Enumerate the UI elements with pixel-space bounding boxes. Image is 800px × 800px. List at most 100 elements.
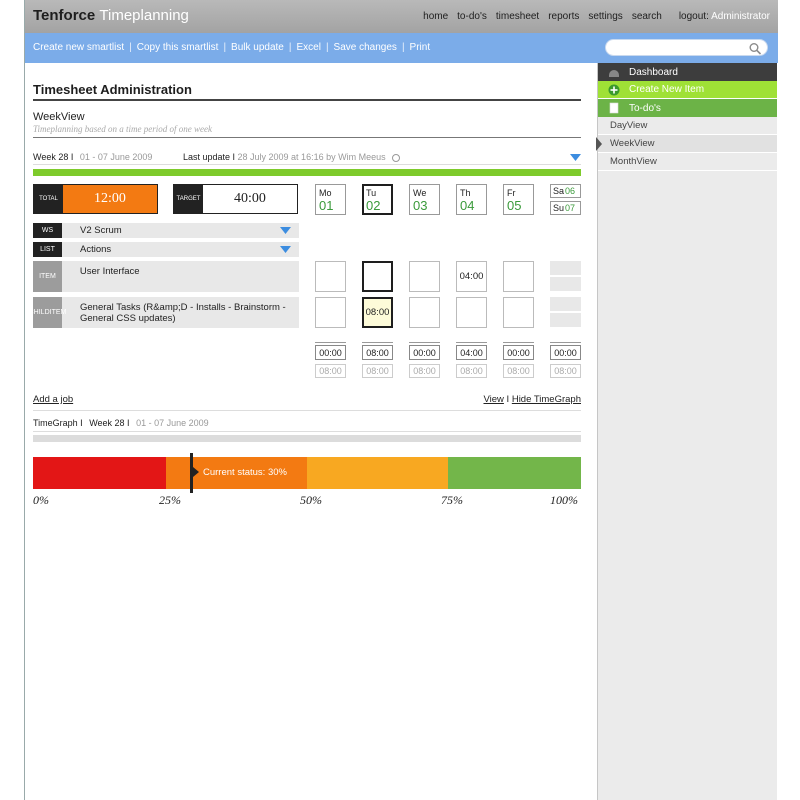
total-label: TOTAL <box>34 185 63 213</box>
week-dropdown-icon[interactable] <box>570 154 581 161</box>
item-hours-su[interactable] <box>550 277 581 291</box>
summary-target: 08:00 <box>362 364 393 378</box>
summary-total: 00:00 <box>550 345 581 360</box>
item-row[interactable]: ITEM User Interface <box>33 261 299 292</box>
child-hours-sa[interactable] <box>550 297 581 311</box>
chevron-down-icon <box>280 246 291 253</box>
day-date: 01 <box>319 198 334 213</box>
timegraph-bar <box>33 457 581 489</box>
excel-button[interactable]: Excel <box>296 42 320 53</box>
print-button[interactable]: Print <box>410 42 431 53</box>
day-header-th[interactable]: Th 04 <box>456 184 487 215</box>
day-name: Mo <box>319 188 332 198</box>
nav-reports[interactable]: reports <box>548 11 579 22</box>
app-logo[interactable]: Tenforce Timeplanning <box>33 7 189 24</box>
timegraph-toggle: View I Hide TimeGraph <box>483 394 581 405</box>
logo-text-secondary: Timeplanning <box>99 7 189 24</box>
top-nav: home to-do's timesheet reports settings … <box>423 11 770 22</box>
toggle-separator: I <box>506 394 510 405</box>
nav-settings[interactable]: settings <box>588 11 622 22</box>
summary-fr: 00:00 08:00 <box>503 345 534 379</box>
app-frame: Tenforce Timeplanning home to-do's times… <box>24 0 778 800</box>
info-icon[interactable] <box>392 153 401 162</box>
logout-link[interactable]: logout: <box>679 11 709 22</box>
child-item-row[interactable]: CHILD ITEM General Tasks (R&amp;D - Inst… <box>29 297 299 328</box>
nav-todos[interactable]: to-do's <box>457 11 487 22</box>
nav-timesheet[interactable]: timesheet <box>496 11 539 22</box>
day-header-sa[interactable]: Sa 06 <box>550 184 581 198</box>
view-timegraph-link[interactable]: View <box>483 394 503 405</box>
summary-divider <box>456 342 487 343</box>
sidebar-item-monthview[interactable]: MonthView <box>598 153 777 171</box>
title-divider <box>33 99 581 101</box>
current-status-label: Current status: 30% <box>203 467 287 478</box>
summary-total: 08:00 <box>362 345 393 360</box>
add-job-link[interactable]: Add a job <box>33 394 73 405</box>
sidebar-item-dayview[interactable]: DayView <box>598 117 777 135</box>
item-hours-tu[interactable] <box>362 261 393 292</box>
summary-target: 08:00 <box>315 364 346 378</box>
bulk-update-button[interactable]: Bulk update <box>231 42 284 53</box>
day-name: Tu <box>366 188 377 198</box>
save-changes-button[interactable]: Save changes <box>334 42 397 53</box>
child-hours-su[interactable] <box>550 313 581 327</box>
ws-value: V2 Scrum <box>80 225 122 236</box>
week-label: Week 28 I <box>33 152 74 162</box>
item-hours-we[interactable] <box>409 261 440 292</box>
sidebar-item-dashboard[interactable]: Dashboard <box>598 63 777 81</box>
timegraph-label: TimeGraph I <box>33 418 83 428</box>
child-hours-th[interactable] <box>456 297 487 328</box>
nav-home[interactable]: home <box>423 11 448 22</box>
summary-th: 04:00 08:00 <box>456 345 487 379</box>
list-select[interactable]: LIST Actions <box>33 242 299 257</box>
day-name: Fr <box>507 188 516 198</box>
copy-smartlist-button[interactable]: Copy this smartlist <box>137 42 219 53</box>
item-hours-th[interactable]: 04:00 <box>456 261 487 292</box>
toolbar-separator: | <box>325 42 329 53</box>
day-header-mo[interactable]: Mo 01 <box>315 184 346 215</box>
timegraph-week: Week 28 I <box>89 418 130 428</box>
tick-25: 25% <box>159 493 181 507</box>
child-hours-mo[interactable] <box>315 297 346 328</box>
search-input[interactable] <box>614 40 754 55</box>
sidebar-item-create-new-item[interactable]: Create New Item <box>598 81 777 99</box>
timegraph-segment-amber <box>307 457 448 489</box>
day-header-fr[interactable]: Fr 05 <box>503 184 534 215</box>
search-box <box>605 39 768 56</box>
day-header-tu[interactable]: Tu 02 <box>362 184 393 215</box>
item-name: User Interface <box>79 266 140 277</box>
sidebar-item-todos[interactable]: To-do's <box>598 99 777 117</box>
child-hours-fr[interactable] <box>503 297 534 328</box>
ws-select[interactable]: WS V2 Scrum <box>33 223 299 238</box>
child-hours-we[interactable] <box>409 297 440 328</box>
day-name: We <box>413 188 427 198</box>
sidebar-item-weekview[interactable]: WeekView <box>598 135 777 153</box>
sidebar: Dashboard Create New Item To-do's DayVie… <box>596 63 777 800</box>
nav-search[interactable]: search <box>632 11 662 22</box>
day-name: Su <box>553 203 565 213</box>
item-hours-fr[interactable] <box>503 261 534 292</box>
summary-total: 00:00 <box>503 345 534 360</box>
view-subtitle: Timeplanning based on a time period of o… <box>33 124 212 134</box>
week-info: Week 28 I 01 - 07 June 2009 Last update … <box>33 152 401 162</box>
tick-100: 100% <box>550 493 578 507</box>
child-item-tag: CHILD ITEM <box>29 297 66 328</box>
day-header-we[interactable]: We 03 <box>409 184 440 215</box>
search-icon[interactable] <box>748 42 762 55</box>
child-item-name: General Tasks (R&amp;D - Installs - Brai… <box>80 302 286 324</box>
hide-timegraph-link[interactable]: Hide TimeGraph <box>512 394 581 405</box>
day-header-su[interactable]: Su 07 <box>550 201 581 215</box>
item-hours-mo[interactable] <box>315 261 346 292</box>
child-hours-tu[interactable]: 08:00 <box>362 297 393 328</box>
day-date: 07 <box>565 203 576 213</box>
week-range: 01 - 07 June 2009 <box>79 152 153 162</box>
summary-target: 08:00 <box>550 364 581 378</box>
timegraph-header: TimeGraph I Week 28 I 01 - 07 June 2009 <box>33 418 209 428</box>
logo-text-primary: Tenforce <box>33 7 96 24</box>
ws-tag: WS <box>33 223 62 238</box>
create-smartlist-button[interactable]: Create new smartlist <box>33 42 124 53</box>
toolbar-separator: | <box>223 42 227 53</box>
timegraph-segment-red <box>33 457 166 489</box>
target-hours-box: TARGET 40:00 <box>173 184 298 214</box>
item-hours-sa[interactable] <box>550 261 581 275</box>
